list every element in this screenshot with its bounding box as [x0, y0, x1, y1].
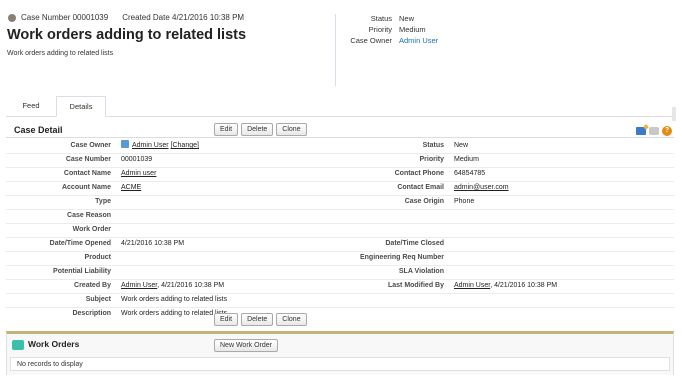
- new-work-order-button[interactable]: New Work Order: [214, 339, 278, 352]
- created-by-link[interactable]: Admin User: [121, 282, 157, 289]
- tab-feed[interactable]: Feed: [6, 96, 56, 116]
- case-number-value: 00001039: [72, 13, 109, 22]
- case-meta-line: Case Number 00001039 Created Date 4/21/2…: [8, 13, 244, 22]
- field-row: Created By Admin User, 4/21/2016 10:38 P…: [6, 280, 674, 294]
- last-modified-by-link[interactable]: Admin User: [454, 282, 490, 289]
- created-date-label: Created Date: [122, 13, 170, 22]
- empty-list-message: No records to display: [10, 357, 670, 371]
- contact-name-link[interactable]: Admin user: [121, 170, 156, 177]
- work-order-icon: [12, 340, 24, 350]
- edit-layout-icon[interactable]: [636, 127, 646, 135]
- edit-button[interactable]: Edit: [214, 123, 239, 136]
- delete-button-bottom[interactable]: Delete: [241, 313, 274, 326]
- case-detail-bottom-buttons: Edit Delete Clone: [214, 313, 307, 326]
- edit-button-bottom[interactable]: Edit: [214, 313, 239, 326]
- clone-button-bottom[interactable]: Clone: [276, 313, 307, 326]
- scrollbar[interactable]: [672, 107, 676, 121]
- field-row: Work Order: [6, 224, 674, 238]
- field-row: Case Reason: [6, 210, 674, 224]
- header-fields: Status New Priority Medium Case Owner Ad…: [340, 14, 438, 47]
- created-date-value: 4/21/2016 10:38 PM: [172, 13, 245, 22]
- header-field-status: Status New: [370, 14, 415, 23]
- tab-details[interactable]: Details: [56, 96, 106, 117]
- page-title: Work orders adding to related lists: [7, 27, 247, 43]
- case-icon: [8, 13, 16, 22]
- case-detail-top-buttons: Edit Delete Clone: [214, 123, 307, 136]
- change-owner-link[interactable]: [Change]: [171, 142, 199, 149]
- field-row: Contact Name Admin user Contact Phone 64…: [6, 168, 674, 182]
- case-header: Case Number 00001039 Created Date 4/21/2…: [0, 0, 682, 92]
- field-row: Account Name ACME Contact Email admin@us…: [6, 182, 674, 196]
- field-row: Potential Liability SLA Violation: [6, 266, 674, 280]
- header-field-case-owner: Case Owner Admin User: [350, 36, 439, 47]
- user-avatar-icon: [121, 140, 129, 149]
- contact-email-link[interactable]: admin@user.com: [454, 184, 509, 191]
- related-list-work-orders: Work Orders New Work Order No records to…: [6, 331, 674, 375]
- section-title-case-detail: Case Detail: [14, 125, 63, 135]
- field-row: Type Case Origin Phone: [6, 196, 674, 210]
- record-tabs: Feed Details: [6, 96, 674, 117]
- case-number-label: Case Number: [21, 13, 71, 22]
- field-row: Case Number 00001039 Priority Medium: [6, 154, 674, 168]
- field-row: Case Owner Admin User [Change] Status Ne…: [6, 140, 674, 154]
- header-divider: [335, 14, 336, 86]
- delete-button[interactable]: Delete: [241, 123, 274, 136]
- account-name-link[interactable]: ACME: [121, 184, 141, 191]
- header-field-priority: Priority Medium: [368, 25, 426, 34]
- help-icon[interactable]: ?: [662, 126, 672, 136]
- field-row: Subject Work orders adding to related li…: [6, 294, 674, 308]
- printer-icon[interactable]: [649, 127, 659, 135]
- case-owner-link[interactable]: Admin User: [399, 36, 438, 47]
- case-detail-fields: Case Owner Admin User [Change] Status Ne…: [6, 140, 674, 321]
- field-row: Product Engineering Req Number: [6, 252, 674, 266]
- field-row: Date/Time Opened 4/21/2016 10:38 PM Date…: [6, 238, 674, 252]
- case-detail-tools: ?: [636, 126, 672, 136]
- page-subtitle: Work orders adding to related lists: [7, 50, 114, 57]
- field-row: Description Work orders adding to relate…: [72, 310, 228, 317]
- case-owner-value-link[interactable]: Admin User: [132, 142, 169, 149]
- section-divider: [6, 137, 674, 138]
- clone-button[interactable]: Clone: [276, 123, 307, 136]
- related-list-title: Work Orders: [28, 339, 80, 349]
